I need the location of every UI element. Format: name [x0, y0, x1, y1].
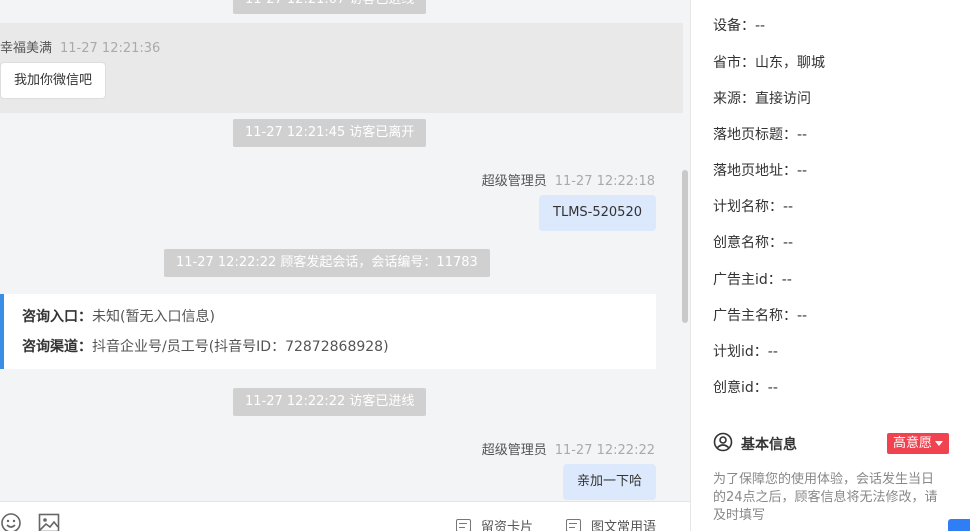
consult-channel-row: 咨询渠道：抖音企业号/员工号(抖音号ID：72872868928) — [22, 336, 656, 366]
chat-scrollbar[interactable] — [682, 170, 688, 323]
edit-notice: 为了保障您的使用体验，会话发生当日的24点之后，顾客信息将无法修改，请及时填写 — [713, 472, 938, 523]
field-landing-title: 落地页标题：-- — [713, 127, 808, 143]
system-notice-session: 11-27 12:22:22 顾客发起会话，会话编号：11783 — [164, 249, 490, 277]
document-icon — [566, 519, 581, 531]
consult-channel-label: 咨询渠道： — [22, 339, 92, 355]
message-time: 11-27 12:22:22 — [554, 443, 655, 458]
admin-message-meta: 超级管理员 11-27 12:22:22 — [482, 439, 655, 458]
admin-name: 超级管理员 — [481, 174, 547, 189]
caret-down-icon — [935, 441, 943, 446]
message-time: 11-27 12:22:18 — [554, 174, 655, 189]
consult-entry-value: 未知(暂无入口信息) — [92, 309, 215, 325]
document-icon — [456, 519, 471, 531]
field-creative-name: 创意名称：-- — [713, 235, 794, 251]
consult-entry-label: 咨询入口： — [22, 309, 92, 325]
consult-info-card: 咨询入口：未知(暂无入口信息) 咨询渠道：抖音企业号/员工号(抖音号ID：728… — [0, 294, 656, 369]
field-source: 来源：直接访问 — [713, 91, 811, 107]
consult-channel-value: 抖音企业号/员工号(抖音号ID：72872868928) — [92, 339, 389, 355]
field-advertiser-name: 广告主名称：-- — [713, 308, 808, 324]
lead-card-label: 留资卡片 — [481, 520, 534, 531]
system-notice-entered: 11-27 12:22:22 访客已进线 — [233, 388, 427, 416]
visitor-message-meta: 幸福美满 11-27 12:21:36 — [0, 37, 160, 56]
admin-message-bubble[interactable]: 亲加一下哈 — [562, 464, 656, 500]
image-icon[interactable] — [38, 512, 60, 531]
field-plan-id: 计划id：-- — [713, 344, 778, 360]
admin-name: 超级管理员 — [481, 443, 547, 458]
field-device: 设备：-- — [713, 18, 766, 34]
field-province-city: 省市：山东，聊城 — [713, 55, 825, 71]
message-time: 11-27 12:21:36 — [60, 41, 161, 56]
system-notice-left: 11-27 12:21:45 访客已离开 — [233, 119, 427, 147]
consult-entry-row: 咨询入口：未知(暂无入口信息) — [22, 306, 656, 336]
common-phrases-label: 图文常用语 — [591, 520, 657, 531]
field-plan-name: 计划名称：-- — [713, 199, 794, 215]
chat-panel: 11-27 12:21:07 访客已进线 幸福美满11-27 12:21:36 … — [0, 0, 690, 531]
intent-tag-label: 高意愿 — [892, 436, 932, 451]
user-circle-icon — [713, 432, 733, 456]
lead-card-button[interactable]: 留资卡片 — [456, 516, 533, 531]
visitor-message-bubble[interactable]: 我加你微信吧 — [0, 62, 107, 99]
field-creative-id: 创意id：-- — [713, 380, 778, 396]
floating-action-button[interactable] — [948, 519, 970, 531]
visitor-name: 幸福美满 — [0, 41, 53, 56]
basic-info-header: 基本信息 高意愿 — [713, 432, 949, 456]
input-toolbar: 留资卡片 图文常用语 — [0, 501, 690, 531]
system-notice-entered: 11-27 12:21:07 访客已进线 — [233, 0, 427, 14]
customer-info-panel: 设备：-- 省市：山东，聊城 来源：直接访问 落地页标题：-- 落地页地址：--… — [690, 0, 970, 531]
field-landing-url: 落地页地址：-- — [713, 163, 808, 179]
field-advertiser-id: 广告主id：-- — [713, 272, 792, 288]
intent-tag-dropdown[interactable]: 高意愿 — [886, 433, 949, 454]
basic-info-title: 基本信息 — [741, 437, 797, 453]
admin-message-bubble[interactable]: TLMS-520520 — [539, 195, 656, 231]
admin-message-meta: 超级管理员 11-27 12:22:18 — [482, 170, 655, 189]
common-phrases-button[interactable]: 图文常用语 — [566, 516, 656, 531]
emoji-icon[interactable] — [0, 512, 22, 531]
